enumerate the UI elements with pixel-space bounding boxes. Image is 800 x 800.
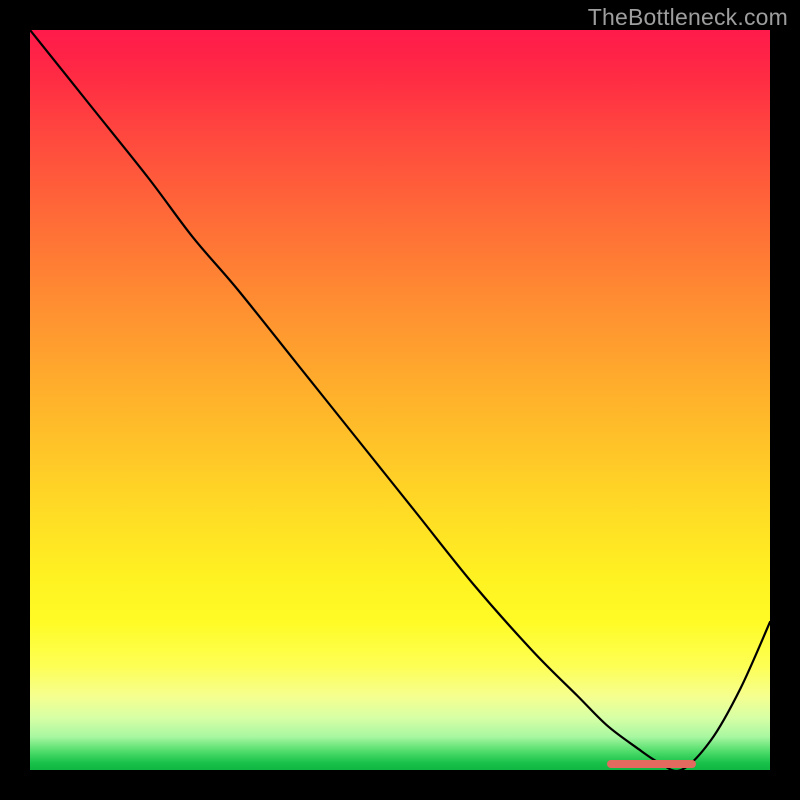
- optimal-range-marker: [607, 760, 696, 768]
- bottleneck-curve: [30, 30, 770, 770]
- plot-area: [30, 30, 770, 770]
- attribution-text: TheBottleneck.com: [588, 4, 788, 31]
- chart-container: TheBottleneck.com: [0, 0, 800, 800]
